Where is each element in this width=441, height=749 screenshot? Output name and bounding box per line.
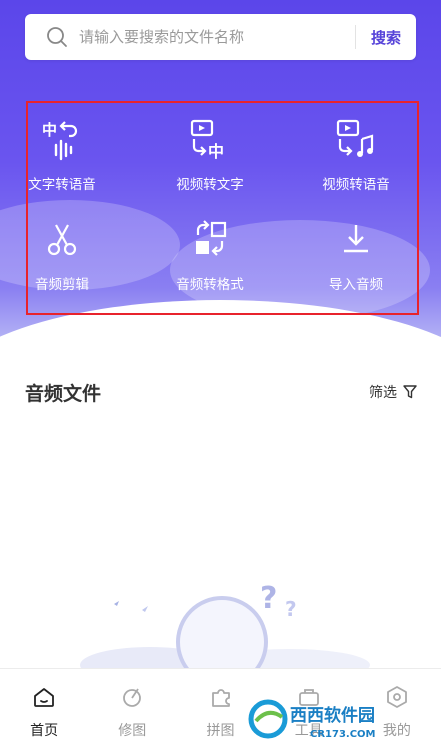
tools-grid: 中 文字转语音 中 视频转文字 视频转语音 音频剪辑 音频转格式 导入音频 [26,101,419,315]
tab-label: 拼图 [206,723,235,739]
home-icon [34,688,54,707]
tool-audio-format[interactable]: 音频转格式 [140,209,280,304]
tab-label: 修图 [118,723,147,739]
tab-edit-photo[interactable]: 修图 [88,669,176,749]
tool-label: 导入音频 [329,277,383,293]
scissors-icon [47,224,77,256]
tool-label: 音频转格式 [176,277,244,293]
tool-label: 视频转语音 [322,177,390,193]
tool-label: 视频转文字 [176,177,244,193]
search-input[interactable] [79,28,355,46]
tool-video-to-text[interactable]: 中 视频转文字 [140,109,280,204]
tool-video-to-audio[interactable]: 视频转语音 [286,109,426,204]
search-bar: 搜索 [25,14,416,60]
edit-photo-icon [123,688,142,707]
text-to-speech-icon: 中 [42,121,78,161]
filter-label: 筛选 [369,385,397,401]
tab-home[interactable]: 首页 [0,669,88,749]
tool-import-audio[interactable]: 导入音频 [286,209,426,304]
filter-icon [403,385,417,399]
tool-label: 文字转语音 [28,177,96,193]
svg-text:中: 中 [42,121,57,139]
watermark-logo: 西西软件园 CR173.COM [248,699,376,740]
puzzle-icon [211,689,230,707]
svg-text:?: ? [260,581,277,616]
search-icon [35,14,79,60]
tab-label: 首页 [30,723,59,739]
filter-button[interactable]: 筛选 [369,382,417,402]
section-title: 音频文件 [25,383,102,405]
empty-state-illustration: ? ? [80,581,370,670]
tool-label: 音频剪辑 [35,277,89,293]
svg-text:中: 中 [208,142,224,161]
format-convert-icon [196,220,227,256]
watermark-brand: 西西软件园 [290,705,375,726]
tool-text-to-speech[interactable]: 中 文字转语音 [0,109,132,204]
video-to-audio-icon [336,119,374,157]
import-icon [344,225,368,253]
tool-audio-clip[interactable]: 音频剪辑 [0,209,132,304]
video-to-text-icon: 中 [190,119,224,161]
search-button[interactable]: 搜索 [356,14,416,60]
watermark-url: CR173.COM [310,729,376,740]
svg-text:?: ? [285,597,297,621]
